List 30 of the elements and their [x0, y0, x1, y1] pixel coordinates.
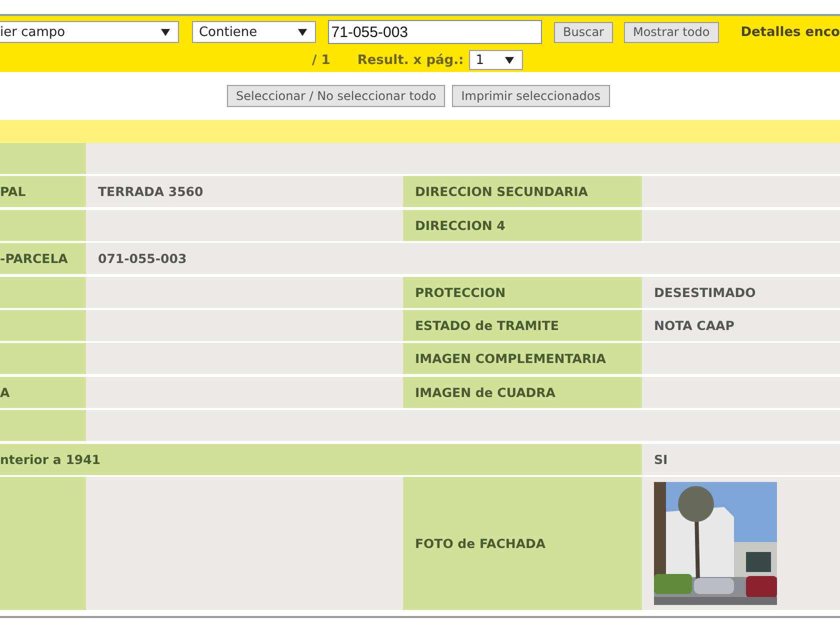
field-label: -PARCELA	[0, 251, 68, 266]
field-label: IMAGEN de CUADRA	[415, 384, 556, 400]
caret-icon	[160, 28, 170, 36]
field-label: nterior a 1941	[0, 452, 100, 467]
field-label: ESTADO de TRAMITE	[415, 318, 559, 333]
print-selected-button[interactable]: Imprimir seleccionados	[452, 85, 610, 107]
details-heading: Detalles enco	[740, 24, 840, 40]
field-label: DIRECCION SECUNDARIA	[415, 184, 588, 200]
field-label: A	[0, 384, 10, 400]
search-button[interactable]: Buscar	[554, 22, 613, 42]
field-label: PROTECCION	[415, 284, 506, 300]
caret-icon	[504, 56, 514, 64]
field-label: PAL	[0, 184, 26, 200]
caret-icon	[298, 28, 308, 36]
show-all-button[interactable]: Mostrar todo	[624, 22, 719, 42]
field-label: IMAGEN COMPLEMENTARIA	[415, 351, 606, 366]
field-value: SI	[654, 452, 668, 467]
field-value: DESESTIMADO	[654, 284, 756, 300]
field-label: FOTO de FACHADA	[415, 536, 546, 551]
select-all-button[interactable]: Seleccionar / No seleccionar todo	[227, 85, 446, 107]
per-page-select[interactable]: 1	[468, 50, 523, 70]
field-select[interactable]: ier campo	[0, 21, 179, 43]
field-label: DIRECCION 4	[415, 218, 506, 233]
field-value: NOTA CAAP	[654, 318, 734, 333]
field-value: TERRADA 3560	[98, 184, 204, 200]
page-total: / 1	[312, 52, 330, 68]
search-field[interactable]: 71-055-003	[328, 20, 542, 44]
field-value: 071-055-003	[98, 251, 187, 266]
per-page-label: Result. x pág.:	[357, 52, 464, 68]
operator-select[interactable]: Contiene	[192, 21, 316, 43]
